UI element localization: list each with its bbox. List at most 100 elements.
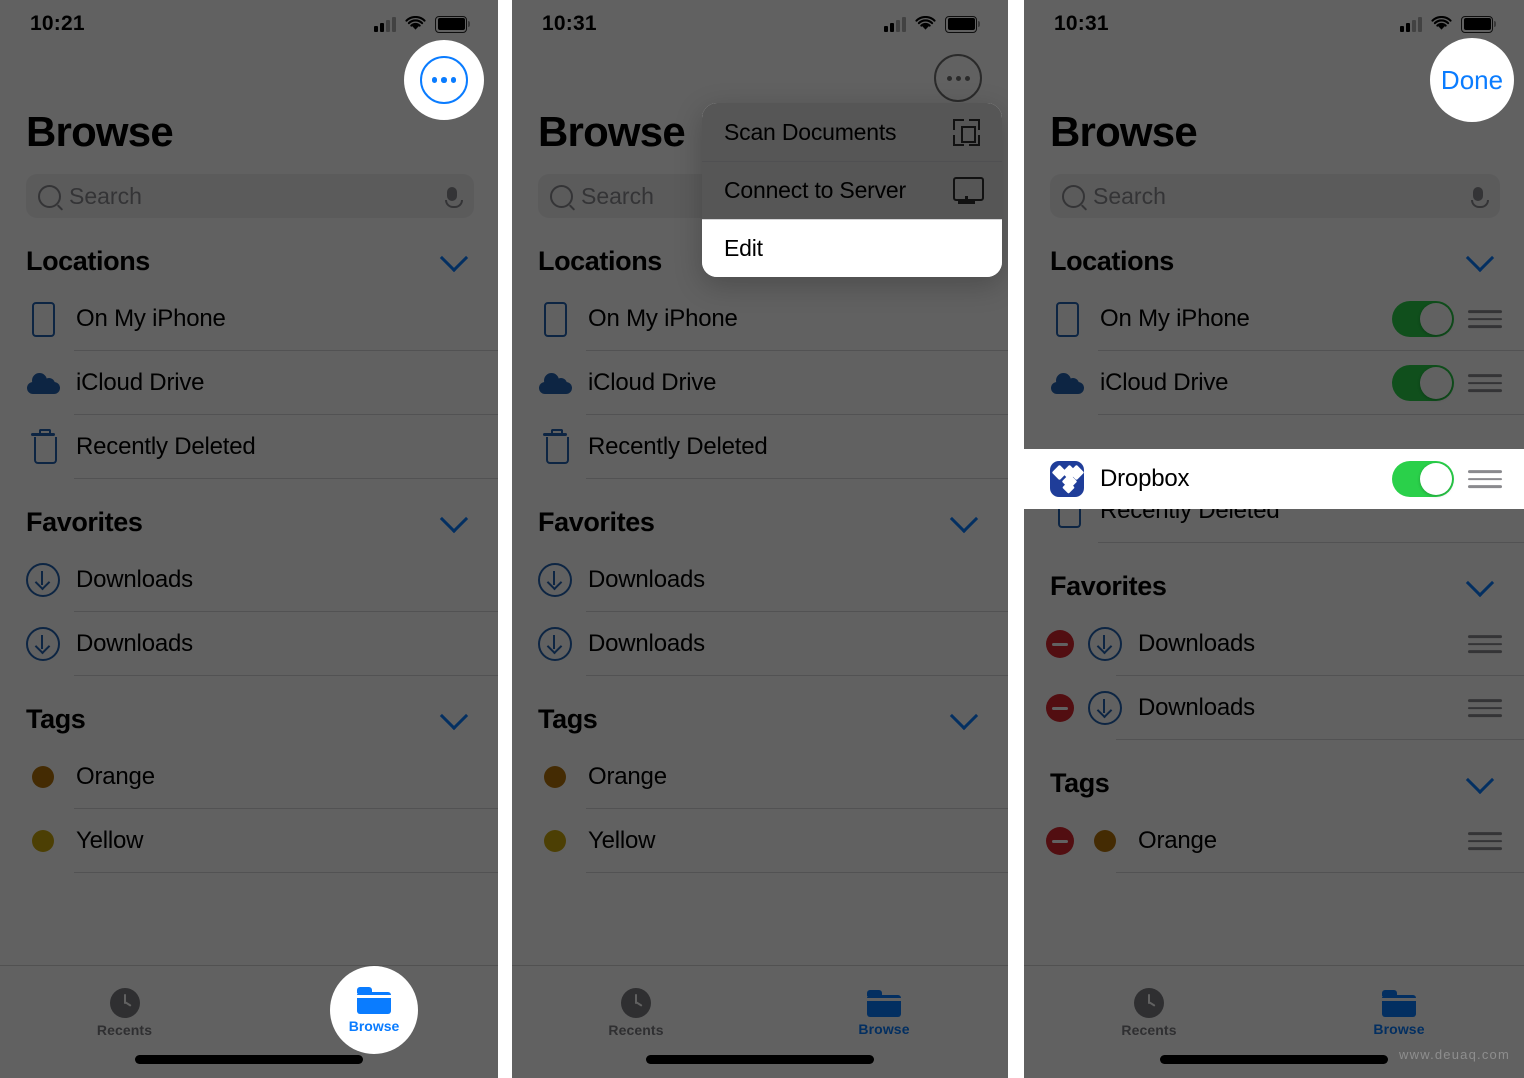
search-input[interactable]: Search xyxy=(69,183,445,210)
list-item[interactable]: Recently Deleted xyxy=(512,415,1008,479)
ellipsis-circle-icon[interactable] xyxy=(420,56,468,104)
chevron-down-icon[interactable] xyxy=(439,504,469,533)
chevron-down-icon[interactable] xyxy=(949,504,979,533)
tab-label: Browse xyxy=(348,1017,400,1034)
section-header-favorites[interactable]: Favorites xyxy=(1024,543,1524,612)
list-item[interactable]: Orange xyxy=(0,745,498,809)
section-header-tags[interactable]: Tags xyxy=(0,676,498,745)
section-title: Locations xyxy=(1050,246,1174,276)
section-header-favorites[interactable]: Favorites xyxy=(512,479,1008,548)
folder-icon xyxy=(1382,989,1416,1017)
folder-icon xyxy=(867,989,901,1017)
section-title: Favorites xyxy=(538,507,655,537)
list-item[interactable]: Downloads xyxy=(1024,612,1524,676)
drag-handle-icon[interactable] xyxy=(1468,305,1502,333)
list-item-label: Orange xyxy=(76,763,155,790)
drag-handle-icon[interactable] xyxy=(1468,694,1502,722)
tab-browse[interactable]: Browse xyxy=(1274,966,1524,1050)
phone-screen-1: 10:21 Browse Search Locations On My iPho… xyxy=(0,0,498,1078)
tab-browse[interactable]: Browse xyxy=(760,966,1008,1050)
trash-icon xyxy=(26,428,60,464)
chevron-down-icon[interactable] xyxy=(1465,243,1495,272)
menu-item-connect-to-server[interactable]: Connect to Server xyxy=(702,161,1002,219)
highlight-done-button[interactable]: Done xyxy=(1430,38,1514,122)
download-icon xyxy=(26,627,60,661)
list-item[interactable]: On My iPhone xyxy=(0,287,498,351)
drag-handle-icon[interactable] xyxy=(1468,630,1502,658)
list-item[interactable]: Downloads xyxy=(0,548,498,612)
list-item[interactable]: Orange xyxy=(1024,809,1524,873)
section-header-favorites[interactable]: Favorites xyxy=(0,479,498,548)
list-item[interactable]: iCloud Drive xyxy=(0,351,498,415)
list-item[interactable]: Recently Deleted xyxy=(0,415,498,479)
section-header-tags[interactable]: Tags xyxy=(1024,740,1524,809)
highlight-more-button[interactable] xyxy=(404,40,484,120)
list-item[interactable]: Yellow xyxy=(0,809,498,873)
search-bar[interactable]: Search xyxy=(26,174,474,218)
search-bar[interactable]: Search xyxy=(1050,174,1500,218)
chevron-down-icon[interactable] xyxy=(949,701,979,730)
chevron-down-icon[interactable] xyxy=(1465,765,1495,794)
phone-screen-3: 10:31 Browse Search Locations On My iPho… xyxy=(1024,0,1524,1078)
drag-handle-icon[interactable] xyxy=(1468,369,1502,397)
list-item[interactable]: Yellow xyxy=(512,809,1008,873)
section-header-locations[interactable]: Locations xyxy=(1024,218,1524,287)
list-item[interactable]: On My iPhone xyxy=(1024,287,1524,351)
toggle-switch[interactable] xyxy=(1392,301,1454,337)
menu-item-scan-documents[interactable]: Scan Documents xyxy=(702,103,1002,161)
list-item[interactable]: iCloud Drive xyxy=(512,351,1008,415)
drag-handle-icon[interactable] xyxy=(1468,465,1502,493)
microphone-icon[interactable] xyxy=(1471,186,1489,208)
section-title: Tags xyxy=(26,704,86,734)
tab-label: Recents xyxy=(96,1022,153,1038)
iphone-icon xyxy=(1050,301,1084,337)
drag-handle-icon[interactable] xyxy=(1468,827,1502,855)
list-item[interactable]: Dropbox xyxy=(1024,449,1524,509)
list-item-label: Orange xyxy=(588,763,667,790)
row-separator xyxy=(1116,739,1524,740)
tab-recents[interactable]: Recents xyxy=(0,966,249,1050)
search-input[interactable]: Search xyxy=(1093,183,1471,210)
clock-icon xyxy=(109,988,140,1018)
list-item-label: Recently Deleted xyxy=(588,433,768,460)
remove-item-icon[interactable] xyxy=(1046,630,1074,658)
chevron-down-icon[interactable] xyxy=(439,701,469,730)
list-item-label: Downloads xyxy=(1138,630,1255,657)
chevron-down-icon[interactable] xyxy=(439,243,469,272)
list-item[interactable]: Downloads xyxy=(512,548,1008,612)
clock-icon xyxy=(1134,988,1164,1018)
remove-item-icon[interactable] xyxy=(1046,694,1074,722)
server-display-icon xyxy=(953,176,984,204)
tab-bar: Recents Browse xyxy=(0,965,498,1078)
done-button[interactable]: Done xyxy=(1441,65,1503,96)
tab-recents[interactable]: Recents xyxy=(512,966,760,1050)
list-item-label: iCloud Drive xyxy=(1100,369,1229,396)
list-item-label: Dropbox xyxy=(1100,465,1190,492)
toggle-switch[interactable] xyxy=(1392,461,1454,497)
microphone-icon[interactable] xyxy=(445,186,463,208)
chevron-down-icon[interactable] xyxy=(1465,568,1495,597)
list-item-label: Downloads xyxy=(588,566,705,593)
cloud-icon xyxy=(538,372,572,394)
list-item[interactable]: On My iPhone xyxy=(512,287,1008,351)
list-item[interactable]: iCloud Drive xyxy=(1024,351,1524,415)
menu-item-label: Scan Documents xyxy=(724,118,897,145)
section-header-locations[interactable]: Locations xyxy=(0,218,498,287)
download-icon xyxy=(538,627,572,661)
list-item[interactable]: Downloads xyxy=(512,612,1008,676)
menu-item-edit[interactable]: Edit xyxy=(702,219,1002,277)
section-header-tags[interactable]: Tags xyxy=(512,676,1008,745)
highlight-browse-tab[interactable]: Browse xyxy=(330,966,418,1054)
menu-item-label: Connect to Server xyxy=(724,176,906,203)
tab-recents[interactable]: Recents xyxy=(1024,966,1274,1050)
list-item[interactable]: Downloads xyxy=(1024,676,1524,740)
highlight-dropbox-row[interactable]: Dropbox xyxy=(1024,449,1524,509)
scan-documents-icon xyxy=(953,118,980,146)
remove-item-icon[interactable] xyxy=(1046,827,1074,855)
section-title: Locations xyxy=(26,246,150,276)
more-context-menu: Scan Documents Connect to Server Edit xyxy=(702,103,1002,277)
more-button[interactable] xyxy=(934,54,982,102)
list-item[interactable]: Downloads xyxy=(0,612,498,676)
list-item[interactable]: Orange xyxy=(512,745,1008,809)
toggle-switch[interactable] xyxy=(1392,365,1454,401)
